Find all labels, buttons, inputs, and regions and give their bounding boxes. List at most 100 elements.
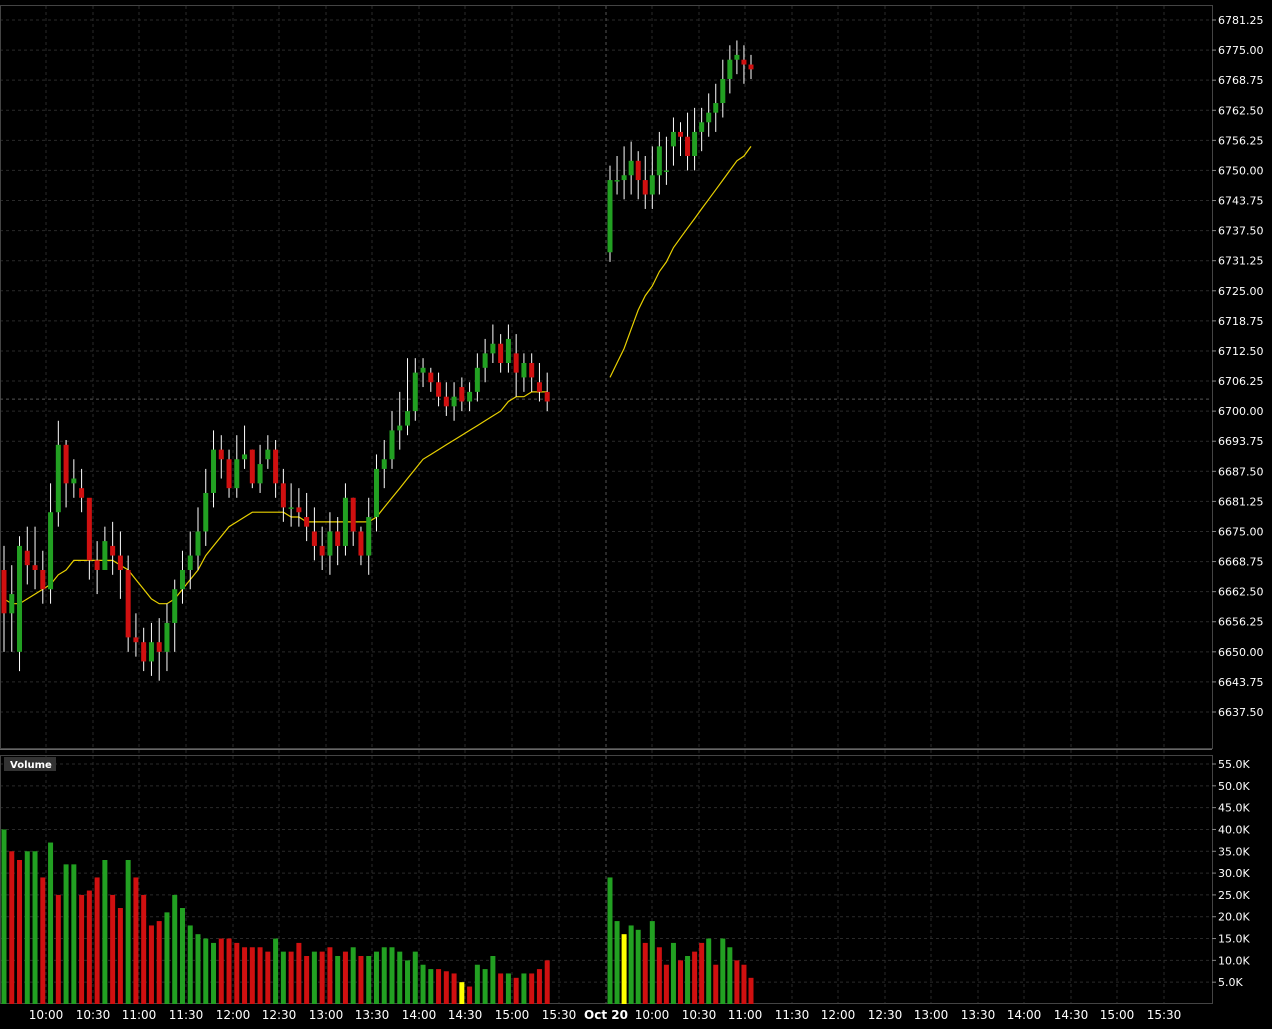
volume-bar [405, 960, 411, 1004]
candle-body [544, 391, 550, 402]
candle-body [195, 531, 201, 556]
volume-bar [706, 938, 712, 1004]
candle-body [436, 382, 442, 397]
candle-body [428, 372, 434, 383]
candle-body [187, 555, 193, 570]
volume-legend: Volume [4, 757, 56, 771]
time-tick-label: 12:00 [821, 1008, 856, 1022]
candle-body [505, 338, 511, 363]
candle-body [55, 444, 61, 513]
candle-body [451, 396, 457, 407]
volume-bar [32, 851, 38, 1004]
volume-bar [748, 977, 754, 1004]
volume-tick-label: 50.0K [1218, 780, 1250, 793]
price-tick-label: 6637.50 [1218, 706, 1264, 719]
candle-body [48, 512, 54, 590]
candle-body [273, 449, 279, 484]
candle-body [685, 136, 691, 156]
price-tick-label: 6700.00 [1218, 405, 1264, 418]
volume-bar [24, 851, 30, 1004]
volume-bar [628, 925, 634, 1004]
candle-body [474, 367, 480, 392]
volume-bar [699, 942, 705, 1004]
volume-bar [536, 969, 542, 1004]
volume-bar [397, 951, 403, 1004]
candle-body [63, 444, 69, 484]
volume-tick-label: 10.0K [1218, 954, 1250, 967]
candle-body [179, 569, 185, 590]
candle-body [9, 594, 15, 614]
volume-bar [327, 947, 333, 1004]
volume-bar [55, 894, 61, 1004]
volume-legend-text: Volume [10, 760, 52, 771]
time-tick-label: 13:30 [355, 1008, 390, 1022]
candle-body [335, 531, 341, 546]
volume-bar [71, 864, 77, 1004]
volume-tick-label: 25.0K [1218, 889, 1250, 902]
time-tick-label: 12:00 [216, 1008, 251, 1022]
price-tick-label: 6718.75 [1218, 315, 1264, 328]
candle-body [366, 517, 372, 556]
candle-body [110, 545, 116, 556]
candle-body [141, 642, 147, 662]
price-tick-label: 6775.00 [1218, 44, 1264, 57]
chart-background [0, 0, 1272, 1029]
price-volume-chart: 6781.25 6775.00 6768.75 6762.50 6756.25 6750.… [0, 0, 1272, 1029]
time-tick-label: 10:30 [76, 1008, 111, 1022]
volume-bar [9, 851, 15, 1004]
volume-bar [366, 956, 372, 1004]
candle-body [17, 545, 23, 652]
price-tick-label: 6768.75 [1218, 74, 1264, 87]
time-axis: 10:00 10:30 11:00 11:30 12:00 12:30 13:00 13:30… [29, 1008, 1182, 1022]
volume-bar [110, 894, 116, 1004]
candle-body [32, 565, 38, 570]
volume-bar [490, 956, 496, 1004]
volume-bar [342, 951, 348, 1004]
volume-bar [482, 969, 488, 1004]
candle-body [257, 464, 263, 484]
volume-bar [544, 960, 550, 1004]
time-tick-label: 13:00 [309, 1008, 344, 1022]
volume-bar [304, 956, 310, 1004]
price-tick-label: 6687.50 [1218, 465, 1264, 478]
volume-bar [420, 964, 426, 1004]
candle-body [482, 353, 488, 368]
price-tick-label: 6656.25 [1218, 616, 1264, 629]
volume-bar [373, 951, 379, 1004]
volume-bar [607, 877, 613, 1004]
volume-bar [311, 951, 317, 1004]
time-tick-label: 10:00 [635, 1008, 670, 1022]
volume-bar [86, 890, 92, 1004]
candle-body [226, 459, 232, 489]
volume-bar [288, 951, 294, 1004]
volume-tick-label: 5.0K [1218, 976, 1243, 989]
candle-body [319, 545, 325, 556]
volume-axis: 55.0K 50.0K 45.0K 40.0K 35.0K 30.0K 25.0K 20.0K… [1212, 758, 1250, 989]
candle-body [498, 343, 504, 363]
volume-bar [358, 956, 364, 1004]
volume-bar [727, 947, 733, 1004]
volume-bar [117, 908, 123, 1004]
volume-bar [17, 860, 23, 1004]
volume-bar [428, 969, 434, 1004]
candle-body [607, 180, 613, 253]
volume-bar [141, 894, 147, 1004]
volume-bar [621, 934, 627, 1004]
candle-body [389, 430, 395, 460]
volume-bar [63, 864, 69, 1004]
candle-body [373, 468, 379, 518]
volume-bar [187, 925, 193, 1004]
candle-body [311, 531, 317, 546]
candle-body [536, 382, 542, 392]
price-tick-label: 6668.75 [1218, 556, 1264, 569]
candle-body [699, 122, 705, 132]
volume-bar [670, 942, 676, 1004]
volume-bar [203, 938, 209, 1004]
candle-body [1, 569, 7, 614]
volume-bar [125, 860, 131, 1004]
candle-body [218, 449, 224, 460]
candle-body [741, 59, 747, 65]
candle-body [678, 131, 683, 137]
time-tick-label: 15:00 [1100, 1008, 1135, 1022]
candle-body [734, 54, 740, 60]
